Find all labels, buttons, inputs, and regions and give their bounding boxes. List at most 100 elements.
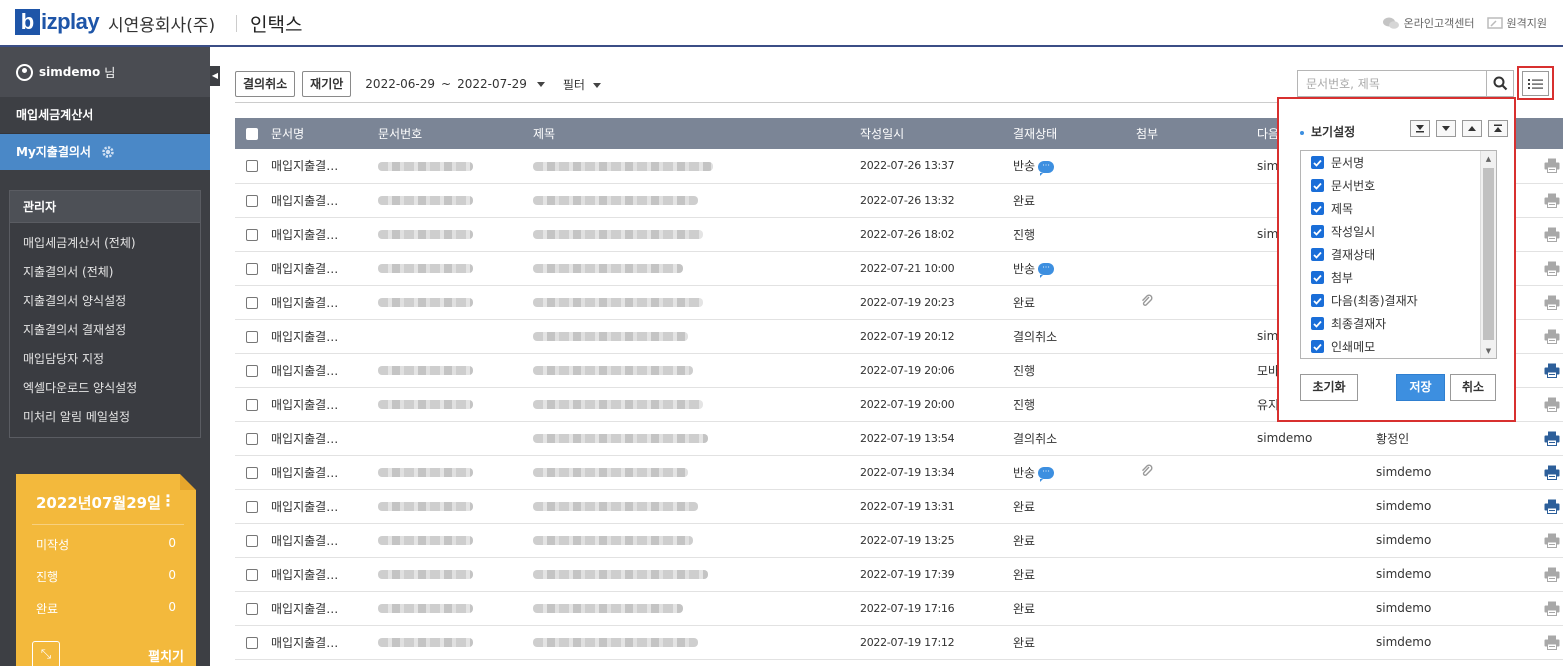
print-button[interactable]: [1544, 329, 1560, 344]
print-button[interactable]: [1544, 601, 1560, 616]
subject-cell[interactable]: [533, 625, 860, 660]
subject-cell[interactable]: [533, 455, 860, 490]
sidebar-item-tax-invoice[interactable]: 매입세금계산서: [0, 97, 210, 134]
move-up-button[interactable]: [1462, 120, 1482, 137]
row-checkbox[interactable]: [246, 228, 258, 241]
column-checkbox[interactable]: [1311, 317, 1324, 330]
table-row[interactable]: 매입지출결… 2022-07-19 13:34 반송 ··· simdemo: [235, 455, 1563, 490]
subject-cell[interactable]: [533, 285, 860, 320]
move-top-button[interactable]: [1488, 120, 1508, 137]
chevron-down-icon[interactable]: [536, 81, 545, 87]
scroll-up-icon[interactable]: ▲: [1481, 151, 1496, 166]
column-header[interactable]: 문서명: [271, 118, 378, 149]
date-from[interactable]: 2022-06-29: [365, 77, 435, 91]
redraft-button[interactable]: 재기안: [302, 71, 352, 97]
admin-menu-item[interactable]: 지출결의서 (전체): [10, 258, 200, 287]
cancel-button[interactable]: 취소: [1450, 374, 1496, 401]
sidebar-collapse-button[interactable]: ◀: [210, 66, 220, 86]
table-row[interactable]: 매입지출결… 2022-07-19 13:54 결의취소 simdemo 황정인: [235, 421, 1563, 456]
print-button[interactable]: [1544, 295, 1560, 310]
cancel-resolution-button[interactable]: 결의취소: [235, 71, 296, 97]
print-button[interactable]: [1544, 158, 1560, 174]
row-checkbox[interactable]: [246, 364, 258, 377]
admin-menu-item[interactable]: 지출결의서 결재설정: [10, 316, 200, 345]
print-button[interactable]: [1544, 397, 1560, 412]
online-support-link[interactable]: 온라인고객센터: [1382, 15, 1475, 31]
row-checkbox[interactable]: [246, 500, 258, 513]
reset-button[interactable]: 초기화: [1300, 374, 1358, 401]
print-button[interactable]: [1544, 193, 1560, 208]
subject-cell[interactable]: [533, 421, 860, 456]
doc-name-cell[interactable]: 매입지출결…: [271, 489, 378, 524]
column-option[interactable]: 작성일시: [1301, 220, 1496, 243]
select-all-checkbox[interactable]: [246, 128, 258, 140]
doc-name-cell[interactable]: 매입지출결…: [271, 557, 378, 592]
column-option[interactable]: 최종결재자: [1301, 312, 1496, 335]
print-button[interactable]: [1544, 227, 1560, 242]
subject-cell[interactable]: [533, 183, 860, 218]
gear-icon[interactable]: [101, 145, 115, 159]
move-down-button[interactable]: [1436, 120, 1456, 137]
doc-name-cell[interactable]: 매입지출결…: [271, 625, 378, 660]
row-checkbox[interactable]: [246, 330, 258, 343]
print-button[interactable]: [1544, 363, 1560, 378]
print-button[interactable]: [1544, 465, 1560, 480]
doc-name-cell[interactable]: 매입지출결…: [271, 523, 378, 558]
paperclip-icon[interactable]: [1140, 293, 1154, 308]
admin-menu-item[interactable]: 매입담당자 지정: [10, 345, 200, 374]
doc-name-cell[interactable]: 매입지출결…: [271, 421, 378, 456]
column-checkbox[interactable]: [1311, 156, 1324, 169]
print-button[interactable]: [1544, 431, 1560, 446]
print-button[interactable]: [1544, 533, 1560, 548]
column-option[interactable]: 결재상태: [1301, 243, 1496, 266]
column-option[interactable]: 첨부: [1301, 266, 1496, 289]
table-row[interactable]: 매입지출결… 2022-07-19 13:25 완료 simdemo: [235, 523, 1563, 558]
table-row[interactable]: 매입지출결… 2022-07-19 17:12 완료 simdemo: [235, 625, 1563, 660]
filter-dropdown[interactable]: 필터: [563, 76, 601, 93]
subject-cell[interactable]: [533, 353, 860, 388]
column-checkbox[interactable]: [1311, 225, 1324, 238]
comment-icon[interactable]: ···: [1038, 467, 1055, 482]
doc-name-cell[interactable]: 매입지출결…: [271, 353, 378, 388]
expand-icon[interactable]: ⤡: [32, 641, 60, 666]
doc-name-cell[interactable]: 매입지출결…: [271, 217, 378, 252]
column-option[interactable]: 문서번호: [1301, 174, 1496, 197]
column-header[interactable]: 결재상태: [1013, 118, 1136, 149]
row-checkbox[interactable]: [246, 534, 258, 547]
date-to[interactable]: 2022-07-29: [457, 77, 527, 91]
print-button[interactable]: [1544, 499, 1560, 514]
column-option[interactable]: 다음(최종)결재자: [1301, 289, 1496, 312]
scroll-down-icon[interactable]: ▼: [1481, 343, 1496, 358]
print-button[interactable]: [1544, 635, 1560, 650]
admin-menu-item[interactable]: 엑셀다운로드 양식설정: [10, 374, 200, 403]
subject-cell[interactable]: [533, 523, 860, 558]
subject-cell[interactable]: [533, 149, 860, 184]
subject-cell[interactable]: [533, 251, 860, 286]
row-checkbox[interactable]: [246, 262, 258, 275]
row-checkbox[interactable]: [246, 160, 258, 173]
column-option[interactable]: 문서명: [1301, 151, 1496, 174]
subject-cell[interactable]: [533, 387, 860, 422]
admin-menu-item[interactable]: 미처리 알림 메일설정: [10, 403, 200, 432]
column-header[interactable]: 작성일시: [860, 118, 1013, 149]
row-checkbox[interactable]: [246, 636, 258, 649]
column-header[interactable]: 첨부: [1136, 118, 1257, 149]
row-checkbox[interactable]: [246, 432, 258, 445]
print-button[interactable]: [1544, 261, 1560, 276]
doc-name-cell[interactable]: 매입지출결…: [271, 183, 378, 218]
subject-cell[interactable]: [533, 489, 860, 524]
admin-menu-item[interactable]: 매입세금계산서 (전체): [10, 229, 200, 258]
remote-support-link[interactable]: 원격지원: [1486, 15, 1547, 31]
calendar-stat-done[interactable]: 완료 0: [36, 600, 176, 617]
table-row[interactable]: 매입지출결… 2022-07-19 17:16 완료 simdemo: [235, 591, 1563, 626]
search-button[interactable]: [1486, 71, 1513, 96]
subject-cell[interactable]: [533, 217, 860, 252]
table-row[interactable]: 매입지출결… 2022-07-19 13:31 완료 simdemo: [235, 489, 1563, 524]
row-checkbox[interactable]: [246, 398, 258, 411]
paperclip-icon[interactable]: [1140, 463, 1154, 478]
column-list-scrollbar[interactable]: ▲ ▼: [1480, 151, 1496, 358]
row-checkbox[interactable]: [246, 568, 258, 581]
doc-name-cell[interactable]: 매입지출결…: [271, 591, 378, 626]
save-button[interactable]: 저장: [1396, 374, 1445, 401]
table-row[interactable]: 매입지출결… 2022-07-19 17:39 완료 simdemo: [235, 557, 1563, 592]
